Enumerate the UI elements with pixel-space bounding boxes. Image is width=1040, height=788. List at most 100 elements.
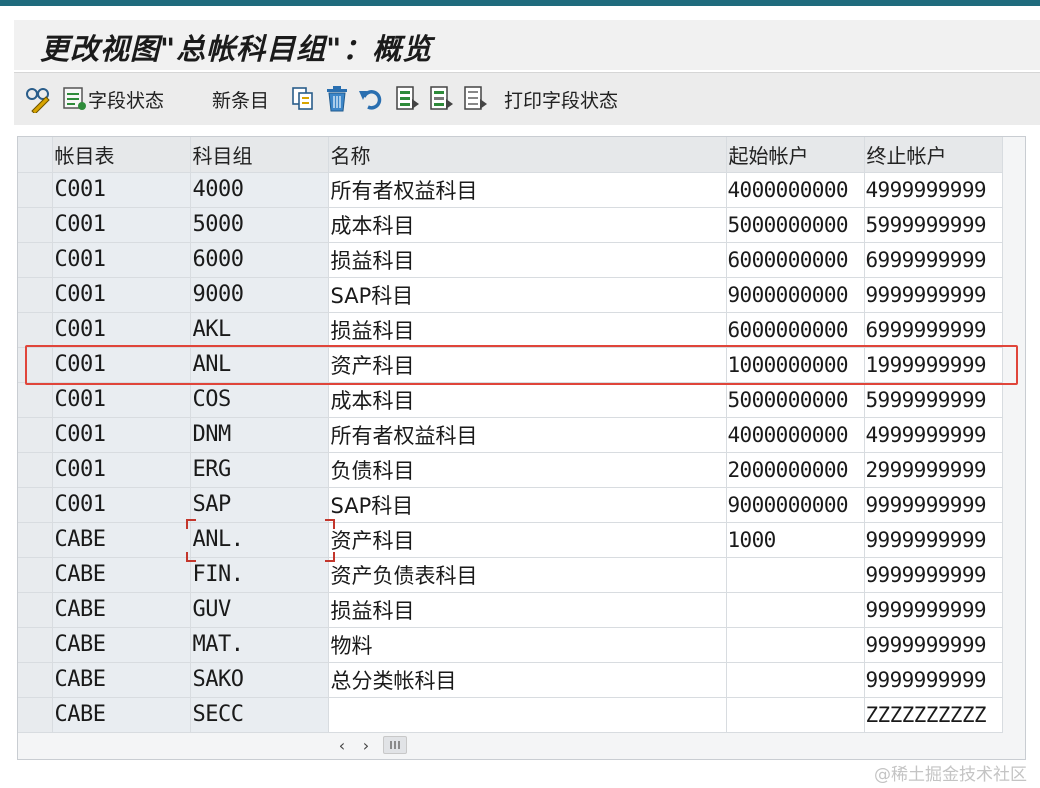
scroll-thumb[interactable] xyxy=(383,736,407,754)
column-header-account-group[interactable]: 科目组 xyxy=(190,137,329,173)
cell-to-account[interactable]: 5999999999 xyxy=(864,382,1003,418)
cell-from-account[interactable]: 1000 xyxy=(726,522,865,558)
cell-from-account[interactable]: 5000000000 xyxy=(726,207,865,243)
row-selector[interactable] xyxy=(18,312,53,348)
cell-to-account[interactable]: 9999999999 xyxy=(864,277,1003,313)
cell-name[interactable]: 成本科目 xyxy=(328,382,727,418)
cell-to-account[interactable]: 6999999999 xyxy=(864,242,1003,278)
new-entries-button[interactable]: 新条目 xyxy=(212,85,269,113)
cell-from-account[interactable] xyxy=(726,697,865,733)
horizontal-scrollbar[interactable]: ‹ › xyxy=(335,736,407,755)
cell-to-account[interactable]: 6999999999 xyxy=(864,312,1003,348)
cell-name[interactable]: 成本科目 xyxy=(328,207,727,243)
row-selector[interactable] xyxy=(18,207,53,243)
cell-name[interactable]: 所有者权益科目 xyxy=(328,172,727,208)
delete-button[interactable] xyxy=(324,85,350,113)
print-field-status-button[interactable]: 打印字段状态 xyxy=(504,85,618,113)
cell-name[interactable]: 损益科目 xyxy=(328,592,727,628)
cell-name[interactable]: 负债科目 xyxy=(328,452,727,488)
row-selector[interactable] xyxy=(18,522,53,558)
row-selector[interactable] xyxy=(18,347,53,383)
cell-from-account[interactable]: 6000000000 xyxy=(726,242,865,278)
cell-from-account[interactable] xyxy=(726,557,865,593)
cell-name[interactable]: 资产负债表科目 xyxy=(328,557,727,593)
cell-from-account[interactable] xyxy=(726,592,865,628)
row-selector[interactable] xyxy=(18,697,53,733)
row-selector[interactable] xyxy=(18,487,53,523)
undo-change-button[interactable] xyxy=(358,85,384,113)
cell-to-account[interactable]: 9999999999 xyxy=(864,557,1003,593)
cell-name[interactable]: SAP科目 xyxy=(328,487,727,523)
field-status-button[interactable]: 字段状态 xyxy=(62,85,164,113)
row-selector[interactable] xyxy=(18,242,53,278)
cell-name[interactable]: 资产科目 xyxy=(328,347,727,383)
cell-from-account[interactable]: 5000000000 xyxy=(726,382,865,418)
cell-chart-of-accounts: CABE xyxy=(52,627,191,663)
row-selector[interactable] xyxy=(18,627,53,663)
select-all-rows-button[interactable] xyxy=(18,137,53,173)
cell-to-account[interactable]: ZZZZZZZZZZ xyxy=(864,697,1003,733)
column-header-to-account[interactable]: 终止帐户 xyxy=(864,137,1003,173)
scroll-left-icon[interactable]: ‹ xyxy=(335,736,349,755)
row-selector[interactable] xyxy=(18,172,53,208)
row-selector[interactable] xyxy=(18,592,53,628)
table-row: C001 ERG 负债科目 2000000000 2999999999 xyxy=(18,452,1003,488)
row-selector[interactable] xyxy=(18,452,53,488)
cell-account-group: SECC xyxy=(190,697,329,733)
deselect-all-button[interactable] xyxy=(462,85,488,113)
row-selector[interactable] xyxy=(18,557,53,593)
cell-to-account[interactable]: 9999999999 xyxy=(864,522,1003,558)
select-all-button[interactable] xyxy=(394,85,420,113)
cell-name[interactable] xyxy=(328,697,727,733)
cell-account-group: GUV xyxy=(190,592,329,628)
column-header-chart-of-accounts[interactable]: 帐目表 xyxy=(52,137,191,173)
cell-from-account[interactable]: 4000000000 xyxy=(726,417,865,453)
toggle-display-change-button[interactable] xyxy=(24,85,54,113)
row-selector[interactable] xyxy=(18,277,53,313)
cell-account-group: ERG xyxy=(190,452,329,488)
cell-to-account[interactable]: 2999999999 xyxy=(864,452,1003,488)
select-block-button[interactable] xyxy=(428,85,454,113)
cell-chart-of-accounts: C001 xyxy=(52,487,191,523)
cell-from-account[interactable] xyxy=(726,627,865,663)
cell-to-account[interactable]: 5999999999 xyxy=(864,207,1003,243)
cell-to-account[interactable]: 4999999999 xyxy=(864,417,1003,453)
cell-chart-of-accounts: C001 xyxy=(52,242,191,278)
cell-account-group: SAKO xyxy=(190,662,329,698)
cell-to-account[interactable]: 4999999999 xyxy=(864,172,1003,208)
table-row: C001 DNM 所有者权益科目 4000000000 4999999999 xyxy=(18,417,1003,453)
cell-from-account[interactable]: 9000000000 xyxy=(726,277,865,313)
cell-name[interactable]: 物料 xyxy=(328,627,727,663)
cell-to-account[interactable]: 9999999999 xyxy=(864,627,1003,663)
cell-to-account[interactable]: 9999999999 xyxy=(864,487,1003,523)
cell-name[interactable]: SAP科目 xyxy=(328,277,727,313)
cell-from-account[interactable] xyxy=(726,662,865,698)
cell-from-account[interactable]: 6000000000 xyxy=(726,312,865,348)
cell-name[interactable]: 所有者权益科目 xyxy=(328,417,727,453)
cell-from-account[interactable]: 1000000000 xyxy=(726,347,865,383)
table-row: CABE ANL. 资产科目 1000 9999999999 xyxy=(18,522,1003,558)
row-selector[interactable] xyxy=(18,662,53,698)
cell-chart-of-accounts: C001 xyxy=(52,277,191,313)
cell-account-group: 4000 xyxy=(190,172,329,208)
cell-name[interactable]: 资产科目 xyxy=(328,522,727,558)
cell-from-account[interactable]: 9000000000 xyxy=(726,487,865,523)
table-row: C001 SAP SAP科目 9000000000 9999999999 xyxy=(18,487,1003,523)
cell-to-account[interactable]: 9999999999 xyxy=(864,592,1003,628)
select-block-icon xyxy=(428,85,454,113)
cell-name[interactable]: 损益科目 xyxy=(328,242,727,278)
row-selector[interactable] xyxy=(18,382,53,418)
cell-to-account[interactable]: 9999999999 xyxy=(864,662,1003,698)
copy-as-button[interactable] xyxy=(290,85,316,113)
column-header-from-account[interactable]: 起始帐户 xyxy=(726,137,865,173)
cell-to-account[interactable]: 1999999999 xyxy=(864,347,1003,383)
cell-name[interactable]: 总分类帐科目 xyxy=(328,662,727,698)
table-row: C001 ANL 资产科目 1000000000 1999999999 xyxy=(18,347,1003,383)
cell-name[interactable]: 损益科目 xyxy=(328,312,727,348)
cell-from-account[interactable]: 2000000000 xyxy=(726,452,865,488)
column-header-name[interactable]: 名称 xyxy=(328,137,727,173)
watermark: @稀土掘金技术社区 xyxy=(874,765,1027,785)
row-selector[interactable] xyxy=(18,417,53,453)
cell-from-account[interactable]: 4000000000 xyxy=(726,172,865,208)
scroll-right-icon[interactable]: › xyxy=(359,736,373,755)
